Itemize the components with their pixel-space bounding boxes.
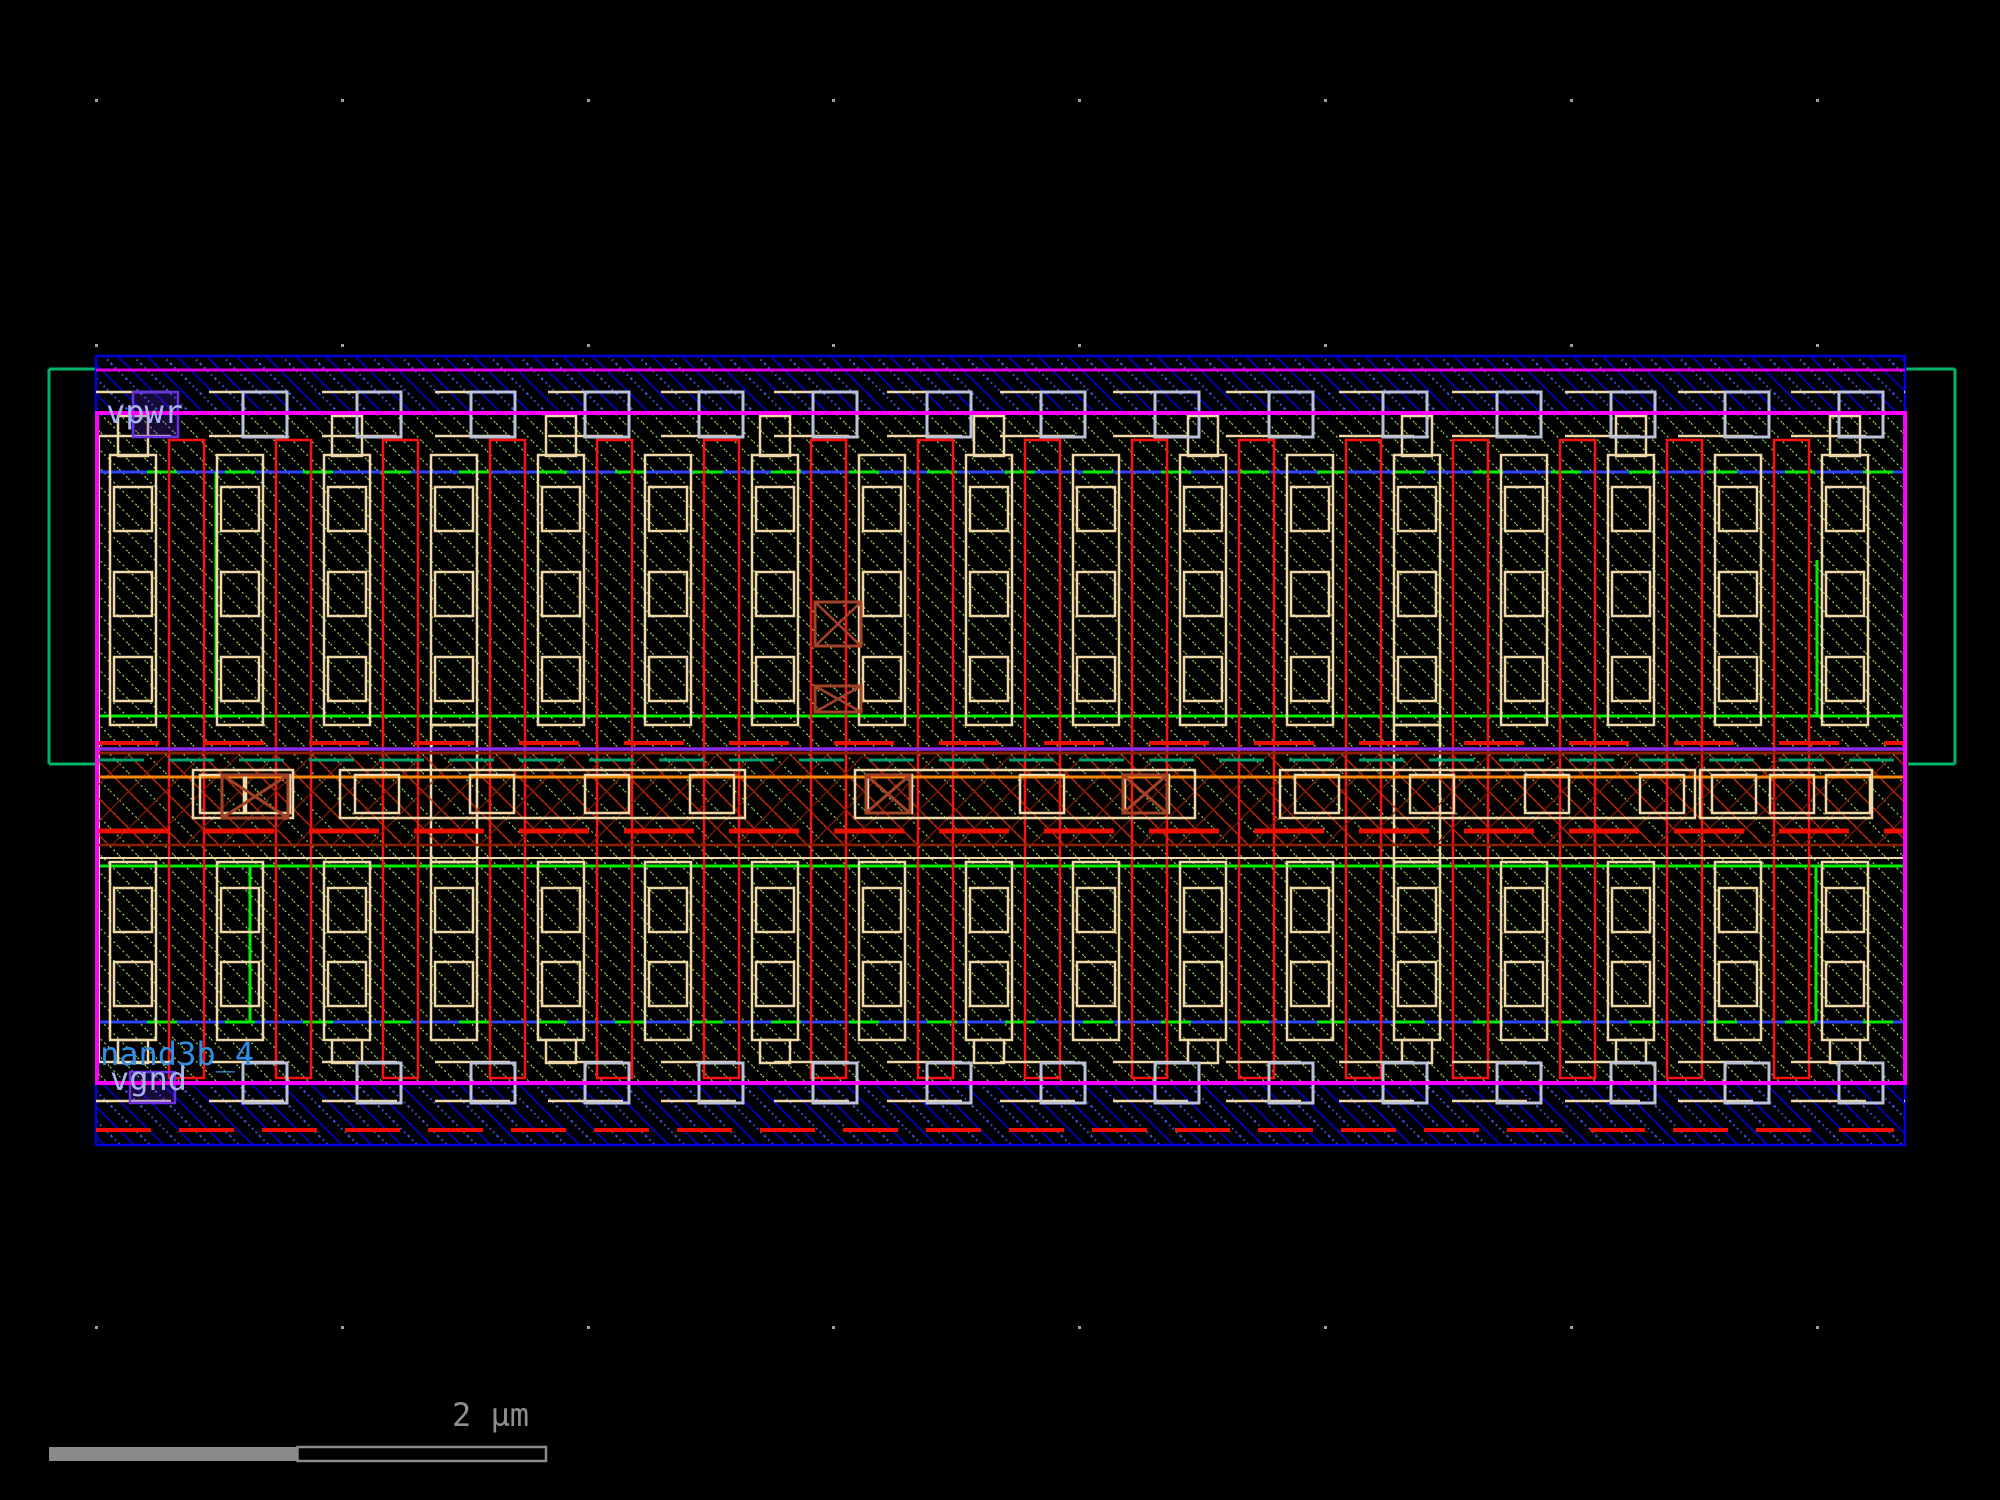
layout-canvas[interactable] bbox=[0, 0, 2000, 1500]
scale-bar-label: 2 µm bbox=[452, 1399, 529, 1431]
layout-viewer-window: vpwr nand3b_4 vgnd 2 µm bbox=[0, 0, 2000, 1500]
bottom-power-rail bbox=[96, 1084, 1905, 1145]
gate-contact-band bbox=[99, 743, 1904, 858]
scale-bar bbox=[49, 1447, 546, 1461]
top-power-rail bbox=[96, 356, 1905, 414]
vgnd-pin-label: vgnd bbox=[110, 1063, 187, 1095]
vpwr-pin-label: vpwr bbox=[106, 396, 183, 428]
layout-svg[interactable] bbox=[0, 0, 2000, 1500]
